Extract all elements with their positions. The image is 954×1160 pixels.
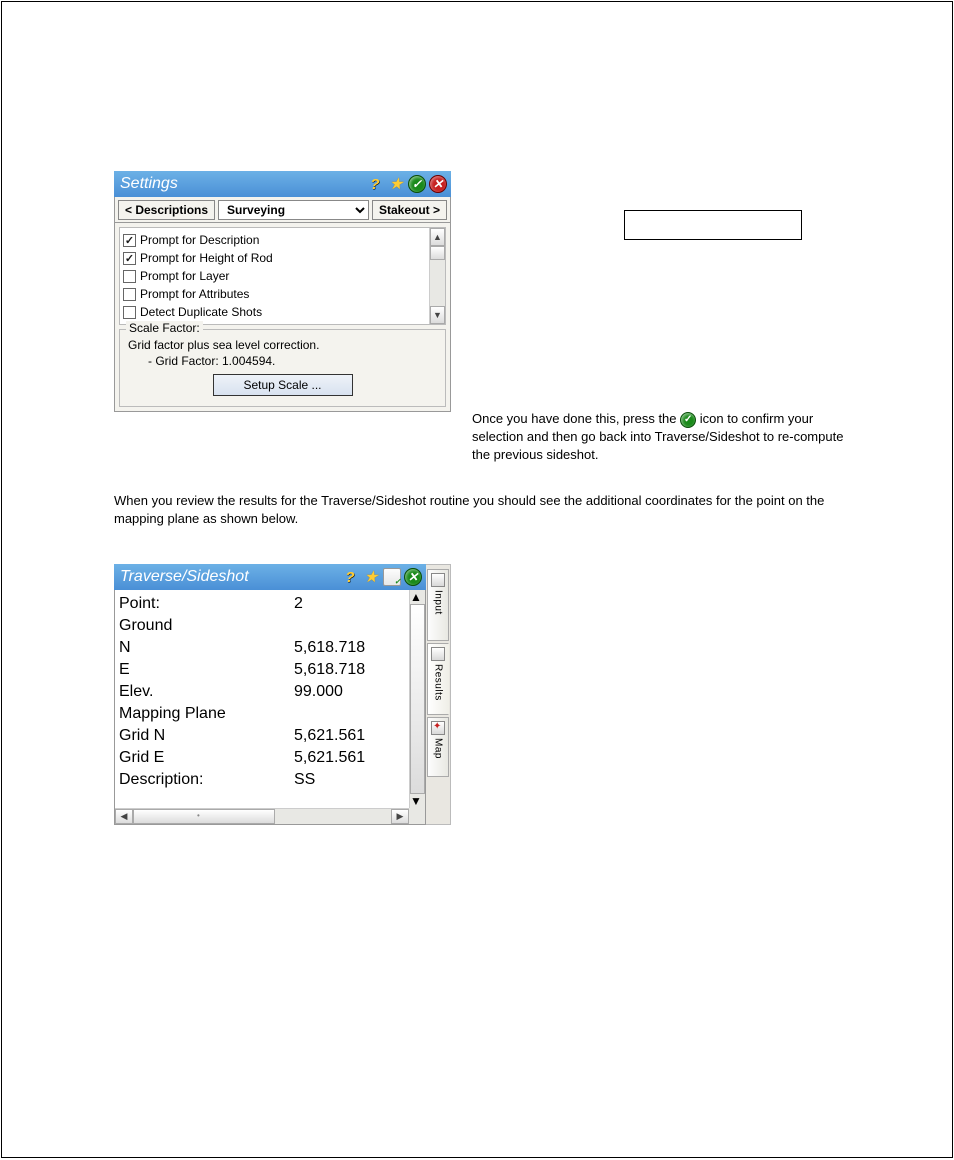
- scale-factor-group: Scale Factor: Grid factor plus sea level…: [119, 329, 446, 407]
- instruction-paragraph-1: Once you have done this, press the ✓ ico…: [472, 410, 852, 465]
- result-row: E5,618.718: [119, 659, 405, 681]
- scroll-down-icon[interactable]: ▼: [410, 794, 425, 808]
- traverse-title: Traverse/Sideshot: [120, 568, 338, 586]
- check-prompt-height-rod[interactable]: ✓ Prompt for Height of Rod: [123, 249, 429, 267]
- scroll-up-icon[interactable]: ▲: [430, 228, 445, 246]
- results-icon: [431, 647, 445, 661]
- scroll-right-icon[interactable]: ▶: [391, 809, 409, 824]
- settings-window: Settings ? ★ ✓ ✕ < Descriptions Surveyin…: [114, 171, 451, 412]
- result-row: Grid E5,621.561: [119, 747, 405, 769]
- traverse-body: Point:2 Ground N5,618.718 E5,618.718 Ele…: [114, 590, 426, 825]
- next-tab-button[interactable]: Stakeout >: [372, 200, 447, 220]
- checkbox-icon[interactable]: ✓: [123, 234, 136, 247]
- check-label: Prompt for Height of Rod: [140, 251, 273, 265]
- input-icon: [431, 573, 445, 587]
- scroll-up-icon[interactable]: ▲: [410, 590, 425, 604]
- clipboard-icon[interactable]: [383, 568, 401, 586]
- settings-tab-row: < Descriptions Surveying Stakeout >: [114, 197, 451, 223]
- close-icon[interactable]: ✕: [429, 175, 447, 193]
- ok-icon: ✓: [680, 412, 696, 428]
- settings-title: Settings: [120, 175, 363, 193]
- help-icon[interactable]: ?: [341, 568, 359, 586]
- check-label: Prompt for Description: [140, 233, 259, 247]
- checkbox-icon[interactable]: [123, 270, 136, 283]
- checkbox-icon[interactable]: [123, 306, 136, 319]
- map-icon: [431, 721, 445, 735]
- callout-box: [624, 210, 802, 240]
- scroll-thumb[interactable]: [430, 246, 445, 260]
- settings-checklist: ✓ Prompt for Description ✓ Prompt for He…: [119, 227, 446, 325]
- tab-map[interactable]: Map: [427, 717, 449, 777]
- traverse-titlebar: Traverse/Sideshot ? ★ ✕: [114, 564, 426, 590]
- scroll-left-icon[interactable]: ◀: [115, 809, 133, 824]
- tab-input-label: Input: [433, 590, 444, 615]
- close-icon[interactable]: ✕: [404, 568, 422, 586]
- scroll-corner: [409, 808, 425, 824]
- result-row: N5,618.718: [119, 637, 405, 659]
- result-row: Grid N5,621.561: [119, 725, 405, 747]
- scroll-thumb[interactable]: [133, 809, 275, 824]
- scale-factor-line1: Grid factor plus sea level correction.: [128, 338, 437, 352]
- prev-tab-button[interactable]: < Descriptions: [118, 200, 215, 220]
- result-row: Ground: [119, 615, 405, 637]
- results-vscroll[interactable]: ▲ ▼: [409, 590, 425, 808]
- checkbox-icon[interactable]: ✓: [123, 252, 136, 265]
- scale-factor-line2: - Grid Factor: 1.004594.: [128, 354, 437, 368]
- check-prompt-attributes[interactable]: Prompt for Attributes: [123, 285, 429, 303]
- traverse-window: Traverse/Sideshot ? ★ ✕ Point:2 Ground N…: [114, 564, 451, 825]
- check-prompt-layer[interactable]: Prompt for Layer: [123, 267, 429, 285]
- check-label: Prompt for Layer: [140, 269, 229, 283]
- tab-results[interactable]: Results: [427, 643, 449, 715]
- results-hscroll[interactable]: ◀ ▶: [115, 808, 409, 824]
- scale-factor-legend: Scale Factor:: [126, 321, 203, 335]
- settings-body: ✓ Prompt for Description ✓ Prompt for He…: [114, 223, 451, 412]
- favorite-icon[interactable]: ★: [387, 175, 405, 193]
- check-detect-duplicate[interactable]: Detect Duplicate Shots: [123, 303, 429, 321]
- settings-titlebar: Settings ? ★ ✓ ✕: [114, 171, 451, 197]
- check-label: Prompt for Attributes: [140, 287, 249, 301]
- favorite-icon[interactable]: ★: [362, 568, 380, 586]
- scroll-down-icon[interactable]: ▼: [430, 306, 445, 324]
- scroll-thumb[interactable]: [410, 604, 425, 794]
- checkbox-icon[interactable]: [123, 288, 136, 301]
- help-icon[interactable]: ?: [366, 175, 384, 193]
- tab-input[interactable]: Input: [427, 569, 449, 641]
- tab-map-label: Map: [433, 738, 444, 759]
- tab-results-label: Results: [433, 664, 444, 701]
- setup-scale-button[interactable]: Setup Scale ...: [213, 374, 353, 396]
- ok-icon[interactable]: ✓: [408, 175, 426, 193]
- result-row: Mapping Plane: [119, 703, 405, 725]
- check-prompt-description[interactable]: ✓ Prompt for Description: [123, 231, 429, 249]
- result-row: Point:2: [119, 593, 405, 615]
- side-tabs: Input Results Map: [426, 564, 451, 825]
- results-area: Point:2 Ground N5,618.718 E5,618.718 Ele…: [115, 590, 409, 808]
- check-label: Detect Duplicate Shots: [140, 305, 262, 319]
- tab-select[interactable]: Surveying: [218, 200, 369, 220]
- result-row: Elev.99.000: [119, 681, 405, 703]
- checklist-scrollbar[interactable]: ▲ ▼: [429, 228, 445, 324]
- instruction-paragraph-2: When you review the results for the Trav…: [114, 492, 844, 528]
- result-row: Description:SS: [119, 769, 405, 791]
